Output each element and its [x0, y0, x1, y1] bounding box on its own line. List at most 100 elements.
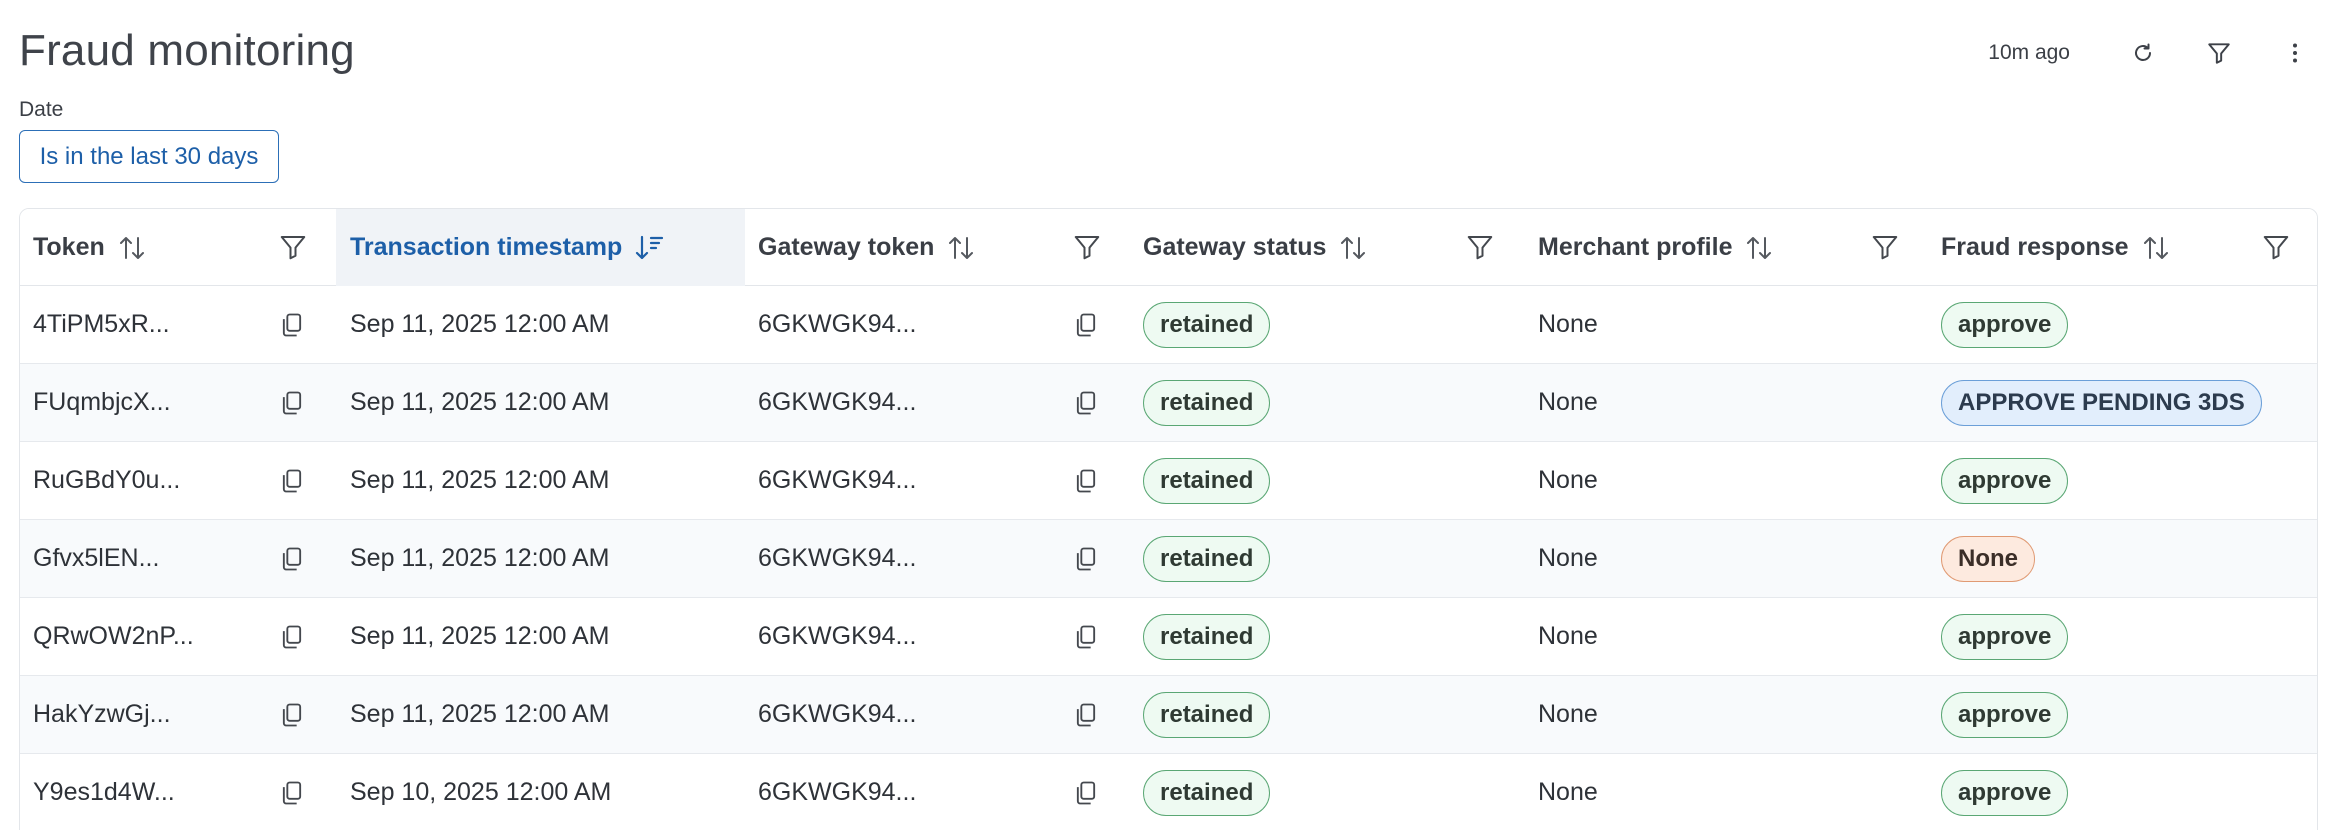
cell-merchant-profile: None [1538, 622, 1598, 650]
table-row[interactable]: QRwOW2nP... Sep 11, 2025 12:00 AM 6GKWGK94… [20, 598, 2317, 676]
status-badge: retained [1143, 691, 1271, 738]
cell-merchant-profile: None [1538, 466, 1598, 494]
copy-icon[interactable] [1072, 545, 1100, 578]
sort-icon[interactable] [117, 233, 147, 263]
copy-icon[interactable] [1072, 311, 1100, 344]
table-row[interactable]: RuGBdY0u... Sep 11, 2025 12:00 AM 6GKWGK94… [20, 442, 2317, 520]
sort-icon[interactable] [946, 233, 976, 263]
column-filter-icon[interactable] [1072, 231, 1102, 268]
cell-gateway-token: 6GKWGK94... [758, 466, 917, 494]
fraud-response-badge: approve [1941, 457, 2069, 504]
cell-token: Gfvx5lEN... [33, 544, 160, 572]
copy-icon[interactable] [278, 545, 306, 578]
cell-gateway-status: retained [1143, 676, 1271, 753]
copy-icon[interactable] [1072, 623, 1100, 656]
cell-gateway-token: 6GKWGK94... [758, 622, 917, 650]
status-badge: retained [1143, 457, 1271, 504]
status-badge: retained [1143, 769, 1271, 816]
cell-gateway-token: 6GKWGK94... [758, 544, 917, 572]
copy-icon[interactable] [1072, 467, 1100, 500]
page-title: Fraud monitoring [19, 26, 355, 75]
column-header-fraud-response: Fraud response [1928, 209, 2317, 286]
cell-merchant-profile: None [1538, 388, 1598, 416]
cell-token: Y9es1d4W... [33, 778, 175, 806]
last-updated: 10m ago [1988, 41, 2070, 64]
cell-merchant-profile: None [1538, 778, 1598, 806]
copy-icon[interactable] [278, 311, 306, 344]
table-row[interactable]: 4TiPM5xR... Sep 11, 2025 12:00 AM 6GKWGK94… [20, 286, 2317, 364]
copy-icon[interactable] [1072, 779, 1100, 812]
copy-icon[interactable] [278, 467, 306, 500]
column-filter-icon[interactable] [278, 231, 308, 268]
cell-fraud-response: approve [1941, 598, 2069, 675]
filter-icon [2208, 43, 2230, 64]
cell-token: QRwOW2nP... [33, 622, 194, 650]
more-options-button[interactable] [2272, 30, 2318, 76]
cell-timestamp: Sep 11, 2025 12:00 AM [350, 544, 610, 572]
cell-gateway-status: retained [1143, 520, 1271, 597]
cell-gateway-status: retained [1143, 286, 1271, 363]
copy-icon[interactable] [278, 623, 306, 656]
copy-icon[interactable] [278, 389, 306, 422]
cell-timestamp: Sep 11, 2025 12:00 AM [350, 310, 610, 338]
fraud-response-badge: None [1941, 535, 2035, 582]
cell-merchant-profile: None [1538, 544, 1598, 572]
more-vertical-icon [2293, 43, 2297, 63]
table-row[interactable]: Y9es1d4W... Sep 10, 2025 12:00 AM 6GKWGK94… [20, 754, 2317, 830]
transactions-table: Token Transaction timestamp Gateway toke… [19, 208, 2318, 830]
cell-token: 4TiPM5xR... [33, 310, 170, 338]
cell-timestamp: Sep 11, 2025 12:00 AM [350, 700, 610, 728]
copy-icon[interactable] [1072, 389, 1100, 422]
cell-gateway-status: retained [1143, 754, 1271, 830]
cell-gateway-token: 6GKWGK94... [758, 388, 917, 416]
copy-icon[interactable] [1072, 701, 1100, 734]
filter-button[interactable] [2196, 30, 2242, 76]
table-row[interactable]: FUqmbjcX... Sep 11, 2025 12:00 AM 6GKWGK94… [20, 364, 2317, 442]
status-badge: retained [1143, 379, 1271, 426]
column-label: Gateway token [758, 233, 935, 261]
cell-token: FUqmbjcX... [33, 388, 171, 416]
fraud-response-badge: approve [1941, 691, 2069, 738]
header-toolbar: 10m ago [1988, 30, 2318, 76]
cell-gateway-token: 6GKWGK94... [758, 700, 917, 728]
date-filter-chip[interactable]: Is in the last 30 days [19, 130, 279, 183]
cell-token: HakYzwGj... [33, 700, 171, 728]
copy-icon[interactable] [278, 701, 306, 734]
cell-gateway-status: retained [1143, 364, 1271, 441]
status-badge: retained [1143, 301, 1271, 348]
copy-icon[interactable] [278, 779, 306, 812]
column-label: Token [33, 233, 105, 261]
table-row[interactable]: Gfvx5lEN... Sep 11, 2025 12:00 AM 6GKWGK94… [20, 520, 2317, 598]
cell-timestamp: Sep 11, 2025 12:00 AM [350, 622, 610, 650]
column-label: Merchant profile [1538, 233, 1733, 261]
cell-fraud-response: approve [1941, 754, 2069, 830]
table-row[interactable]: HakYzwGj... Sep 11, 2025 12:00 AM 6GKWGK94… [20, 676, 2317, 754]
fraud-response-badge: approve [1941, 769, 2069, 816]
cell-gateway-status: retained [1143, 442, 1271, 519]
column-filter-icon[interactable] [1870, 231, 1900, 268]
cell-timestamp: Sep 10, 2025 12:00 AM [350, 778, 612, 806]
sort-icon[interactable] [1744, 233, 1774, 263]
cell-gateway-token: 6GKWGK94... [758, 778, 917, 806]
sort-icon[interactable] [2141, 233, 2171, 263]
cell-fraud-response: approve [1941, 676, 2069, 753]
refresh-icon [2135, 43, 2151, 61]
fraud-response-badge: APPROVE PENDING 3DS [1941, 379, 2262, 426]
cell-fraud-response: APPROVE PENDING 3DS [1941, 364, 2262, 441]
column-label: Transaction timestamp [350, 233, 623, 261]
refresh-button[interactable] [2120, 30, 2166, 76]
cell-token: RuGBdY0u... [33, 466, 181, 494]
column-filter-icon[interactable] [1465, 231, 1495, 268]
date-filter-label: Date [19, 98, 64, 121]
cell-fraud-response: approve [1941, 442, 2069, 519]
column-filter-icon[interactable] [2261, 231, 2291, 268]
cell-fraud-response: None [1941, 520, 2035, 597]
table-header: Token Transaction timestamp Gateway toke… [20, 209, 2317, 286]
sort-descending-icon[interactable] [634, 233, 664, 263]
status-badge: retained [1143, 613, 1271, 660]
sort-icon[interactable] [1338, 233, 1368, 263]
column-header-merchant-profile: Merchant profile [1525, 209, 1928, 286]
column-header-timestamp: Transaction timestamp [336, 209, 745, 286]
cell-timestamp: Sep 11, 2025 12:00 AM [350, 388, 610, 416]
fraud-response-badge: approve [1941, 301, 2069, 348]
